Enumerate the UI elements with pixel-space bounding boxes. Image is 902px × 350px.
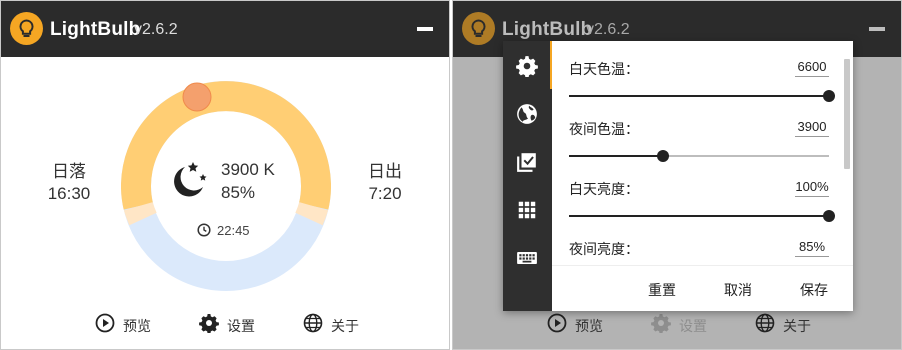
cancel-button[interactable]: 取消 bbox=[724, 280, 752, 300]
clock-icon bbox=[197, 223, 211, 237]
setting-day-temperature: 白天色温： 6600 bbox=[569, 59, 835, 111]
current-time: 22:45 bbox=[197, 222, 267, 240]
day-temperature-slider[interactable] bbox=[569, 89, 835, 103]
app-name: LightBulb bbox=[50, 19, 141, 40]
slider-thumb[interactable] bbox=[823, 90, 835, 102]
about-label: 关于 bbox=[331, 318, 359, 334]
lightbulb-logo-icon bbox=[462, 12, 495, 45]
settings-dialog: 白天色温： 6600 夜间色温： 3900 白天亮度： 100% 夜间亮度： 8… bbox=[503, 41, 853, 311]
setting-label: 夜间亮度： bbox=[569, 241, 639, 257]
lightbulb-logo-icon bbox=[10, 12, 43, 45]
sunrise-info: 日出 7:20 bbox=[355, 161, 415, 205]
setting-label: 白天色温： bbox=[569, 61, 639, 77]
scrollbar[interactable] bbox=[844, 59, 850, 169]
preview-label: 预览 bbox=[575, 318, 603, 334]
slider-thumb[interactable] bbox=[656, 150, 669, 162]
sunset-transition bbox=[123, 201, 157, 226]
gear-icon bbox=[516, 56, 538, 77]
app-name: LightBulb bbox=[502, 19, 593, 40]
nav-hotkeys[interactable] bbox=[503, 233, 552, 281]
current-time-text: 22:45 bbox=[217, 223, 250, 238]
setting-night-brightness: 夜间亮度： 85% bbox=[569, 239, 829, 265]
bottom-toolbar: 预览 设置 关于 bbox=[1, 309, 449, 339]
minimize-button[interactable] bbox=[869, 27, 885, 31]
day-brightness-slider[interactable] bbox=[569, 209, 835, 223]
nav-applications[interactable] bbox=[503, 137, 552, 185]
play-circle-icon bbox=[547, 313, 567, 333]
settings-label: 设置 bbox=[679, 318, 707, 334]
sunset-info: 日落 16:30 bbox=[39, 161, 99, 205]
grid-icon bbox=[518, 201, 536, 219]
dialog-footer: 重置 取消 保存 bbox=[552, 265, 853, 311]
setting-value-input[interactable]: 6600 bbox=[795, 59, 829, 77]
sunrise-transition bbox=[295, 201, 329, 226]
sunrise-time: 7:20 bbox=[368, 184, 402, 203]
setting-value-input[interactable]: 3900 bbox=[795, 119, 829, 137]
moon-stars-icon bbox=[174, 162, 207, 197]
current-temperature: 3900 K bbox=[221, 160, 275, 179]
setting-value-input[interactable]: 100% bbox=[795, 179, 829, 197]
sun-position-marker bbox=[182, 82, 212, 112]
sunset-label: 日落 bbox=[52, 162, 86, 181]
current-status: 3900 K 85% bbox=[167, 157, 307, 217]
setting-day-brightness: 白天亮度： 100% bbox=[569, 179, 835, 231]
minimize-button[interactable] bbox=[417, 27, 433, 31]
checklist-icon bbox=[517, 153, 536, 172]
globe-icon bbox=[517, 104, 537, 124]
title-bar: LightBulb v2.6.2 bbox=[1, 1, 449, 57]
settings-content: 白天色温： 6600 夜间色温： 3900 白天亮度： 100% 夜间亮度： 8… bbox=[552, 41, 853, 265]
about-label: 关于 bbox=[783, 318, 811, 334]
preview-label: 预览 bbox=[123, 318, 151, 334]
sunrise-label: 日出 bbox=[368, 162, 402, 181]
settings-window: LightBulb v2.6.2 预览 设置 关于 白天色温： 6600 夜间色… bbox=[452, 0, 902, 350]
play-circle-icon bbox=[95, 313, 115, 333]
save-button[interactable]: 保存 bbox=[800, 280, 828, 300]
gear-icon bbox=[651, 314, 671, 333]
gear-icon bbox=[199, 314, 219, 333]
settings-label: 设置 bbox=[227, 318, 255, 334]
main-window: LightBulb v2.6.2 3900 K 85% 22:45 日落 16:… bbox=[0, 0, 450, 350]
nav-location[interactable] bbox=[503, 89, 552, 137]
globe-icon bbox=[303, 313, 323, 333]
setting-value-input[interactable]: 85% bbox=[795, 239, 829, 257]
setting-label: 夜间色温： bbox=[569, 121, 639, 137]
setting-label: 白天亮度： bbox=[569, 181, 639, 197]
bottom-toolbar: 预览 设置 关于 bbox=[453, 309, 901, 339]
app-version: v2.6.2 bbox=[134, 21, 178, 38]
sunset-time: 16:30 bbox=[47, 184, 91, 203]
globe-icon bbox=[755, 313, 775, 333]
reset-button[interactable]: 重置 bbox=[648, 280, 676, 300]
setting-night-temperature: 夜间色温： 3900 bbox=[569, 119, 829, 171]
keyboard-icon bbox=[517, 251, 537, 265]
settings-nav bbox=[503, 41, 552, 311]
night-temperature-slider[interactable] bbox=[569, 149, 829, 163]
nav-advanced[interactable] bbox=[503, 185, 552, 233]
slider-thumb[interactable] bbox=[823, 210, 835, 222]
current-brightness: 85% bbox=[221, 183, 256, 202]
nav-general[interactable] bbox=[503, 41, 552, 89]
app-version: v2.6.2 bbox=[586, 21, 630, 38]
